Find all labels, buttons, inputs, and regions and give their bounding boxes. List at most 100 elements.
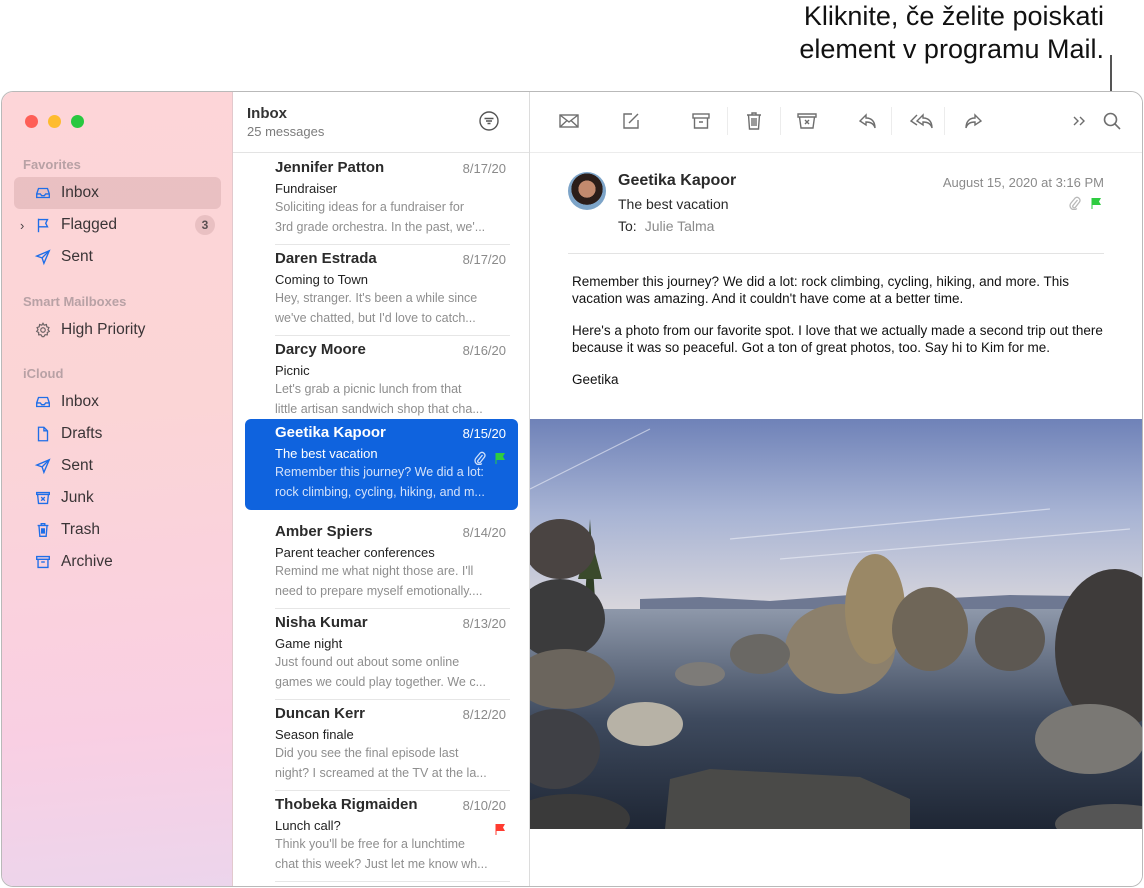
message-count: 25 messages: [247, 124, 325, 139]
search-icon: [1103, 112, 1121, 130]
message-indicators: [494, 823, 506, 835]
message-row[interactable]: Amber Spiers 8/14/20 Parent teacher conf…: [245, 518, 518, 609]
junk-button[interactable]: [795, 109, 819, 133]
message-date: 8/12/20: [462, 707, 506, 722]
sidebar-item-flagged[interactable]: › Flagged 3: [14, 209, 221, 241]
toolbar-divider: [891, 107, 892, 135]
red-flag-icon: [495, 824, 505, 835]
sidebar-item-high-priority[interactable]: High Priority: [14, 314, 221, 346]
message-subject: Season finale: [275, 727, 354, 742]
message-row[interactable]: Darcy Moore 8/16/20 Picnic Let's grab a …: [245, 336, 518, 427]
message-date: 8/10/20: [462, 798, 506, 813]
filter-button[interactable]: [478, 110, 500, 132]
message-body: Remember this journey? We did a lot: roc…: [572, 274, 1112, 405]
mailbox-title: Inbox: [247, 105, 287, 122]
section-smart-mailboxes: Smart Mailboxes: [23, 294, 127, 309]
paperclip-icon: [1069, 196, 1081, 210]
message-subject: Fundraiser: [275, 181, 338, 196]
sidebar-item-label: Archive: [61, 553, 113, 570]
message-preview: Think you'll be free for a lunchtime: [275, 837, 465, 851]
message-subject: Picnic: [275, 363, 310, 378]
get-mail-button[interactable]: [557, 109, 581, 133]
reply-button[interactable]: [856, 109, 880, 133]
paperplane-icon: [34, 248, 52, 266]
sidebar-item-drafts[interactable]: Drafts: [14, 418, 221, 450]
search-button[interactable]: [1100, 109, 1124, 133]
message-preview: Let's grab a picnic lunch from that: [275, 382, 462, 396]
message-preview: Just found out about some online: [275, 655, 460, 669]
message-row-selected[interactable]: Geetika Kapoor 8/15/20 The best vacation…: [245, 419, 518, 510]
sidebar-item-label: Flagged: [61, 216, 118, 233]
search-callout: Kliknite, če želite poiskati element v p…: [684, 0, 1104, 66]
header-date: August 15, 2020 at 3:16 PM: [942, 175, 1104, 190]
paperplane-icon: [34, 457, 52, 475]
zoom-button[interactable]: [71, 115, 84, 128]
chevron-right-icon[interactable]: ›: [20, 218, 24, 233]
sidebar-item-label: Inbox: [61, 184, 99, 201]
to-label: To:: [618, 218, 637, 234]
header-recipients: To: Julie Talma: [618, 218, 714, 234]
attached-photo[interactable]: [530, 419, 1142, 829]
forward-icon: [965, 113, 983, 129]
divider: [275, 881, 510, 882]
sidebar-item-label: Drafts: [61, 425, 103, 442]
sidebar-item-label: Trash: [61, 521, 101, 538]
sidebar-item-label: Sent: [61, 248, 93, 265]
junk-icon: [797, 113, 817, 129]
message-row[interactable]: Thobeka Rigmaiden 8/10/20 Lunch call? Th…: [245, 791, 518, 882]
reply-all-icon: [909, 113, 933, 129]
toolbar: [530, 92, 1142, 153]
message-preview: games we could play together. We c...: [275, 674, 486, 689]
message-preview: night? I screamed at the TV at the la...: [275, 765, 487, 780]
sidebar-item-icloud-inbox[interactable]: Inbox: [14, 386, 221, 418]
sidebar-item-junk[interactable]: Junk: [14, 482, 221, 514]
sidebar-item-inbox[interactable]: Inbox: [14, 177, 221, 209]
sidebar-item-label: Sent: [61, 457, 93, 474]
sidebar-item-sent[interactable]: Sent: [14, 241, 221, 273]
message-subject: Parent teacher conferences: [275, 545, 435, 560]
trash-icon: [34, 521, 52, 539]
junk-icon: [34, 489, 52, 507]
sender-avatar: [568, 172, 606, 210]
flag-icon: [34, 216, 52, 234]
message-row[interactable]: Nisha Kumar 8/13/20 Game night Just foun…: [245, 609, 518, 700]
compose-button[interactable]: [619, 109, 643, 133]
header-subject: The best vacation: [618, 196, 729, 212]
minimize-button[interactable]: [48, 115, 61, 128]
close-button[interactable]: [25, 115, 38, 128]
reply-all-button[interactable]: [907, 109, 937, 133]
document-icon: [34, 425, 52, 443]
message-row[interactable]: Daren Estrada 8/17/20 Coming to Town Hey…: [245, 245, 518, 336]
message-preview: rock climbing, cycling, hiking, and m...: [275, 484, 485, 499]
delete-button[interactable]: [742, 109, 766, 133]
message-preview: need to prepare myself emotionally....: [275, 583, 483, 598]
envelope-icon: [559, 114, 579, 128]
toolbar-divider: [780, 107, 781, 135]
forward-button[interactable]: [961, 109, 985, 133]
paperclip-icon: [474, 451, 486, 465]
section-icloud: iCloud: [23, 366, 64, 381]
archive-button[interactable]: [689, 109, 713, 133]
double-chevron-icon: [1073, 116, 1085, 126]
message-preview: Hey, stranger. It's been a while since: [275, 291, 478, 305]
sidebar-item-label: High Priority: [61, 321, 146, 338]
inbox-icon: [34, 393, 52, 411]
toolbar-divider: [944, 107, 945, 135]
message-preview: little artisan sandwich shop that cha...: [275, 401, 483, 416]
message-date: 8/17/20: [462, 161, 506, 176]
sidebar-item-archive[interactable]: Archive: [14, 546, 221, 578]
more-toolbar-button[interactable]: [1067, 109, 1091, 133]
sidebar-item-icloud-sent[interactable]: Sent: [14, 450, 221, 482]
message-date: 8/15/20: [462, 426, 506, 441]
callout-line-1: Kliknite, če želite poiskati: [803, 1, 1104, 31]
message-row[interactable]: Duncan Kerr 8/12/20 Season finale Did yo…: [245, 700, 518, 791]
message-preview: Remind me what night those are. I'll: [275, 564, 474, 578]
message-row[interactable]: Jennifer Patton 8/17/20 Fundraiser Solic…: [245, 154, 518, 245]
body-signature: Geetika: [572, 372, 619, 387]
trash-icon: [747, 112, 761, 130]
recipient[interactable]: Julie Talma: [645, 218, 715, 234]
filter-icon: [479, 111, 499, 131]
message-preview: chat this week? Just let me know wh...: [275, 856, 488, 871]
body-paragraph: Here's a photo from our favorite spot. I…: [572, 323, 1103, 355]
sidebar-item-trash[interactable]: Trash: [14, 514, 221, 546]
